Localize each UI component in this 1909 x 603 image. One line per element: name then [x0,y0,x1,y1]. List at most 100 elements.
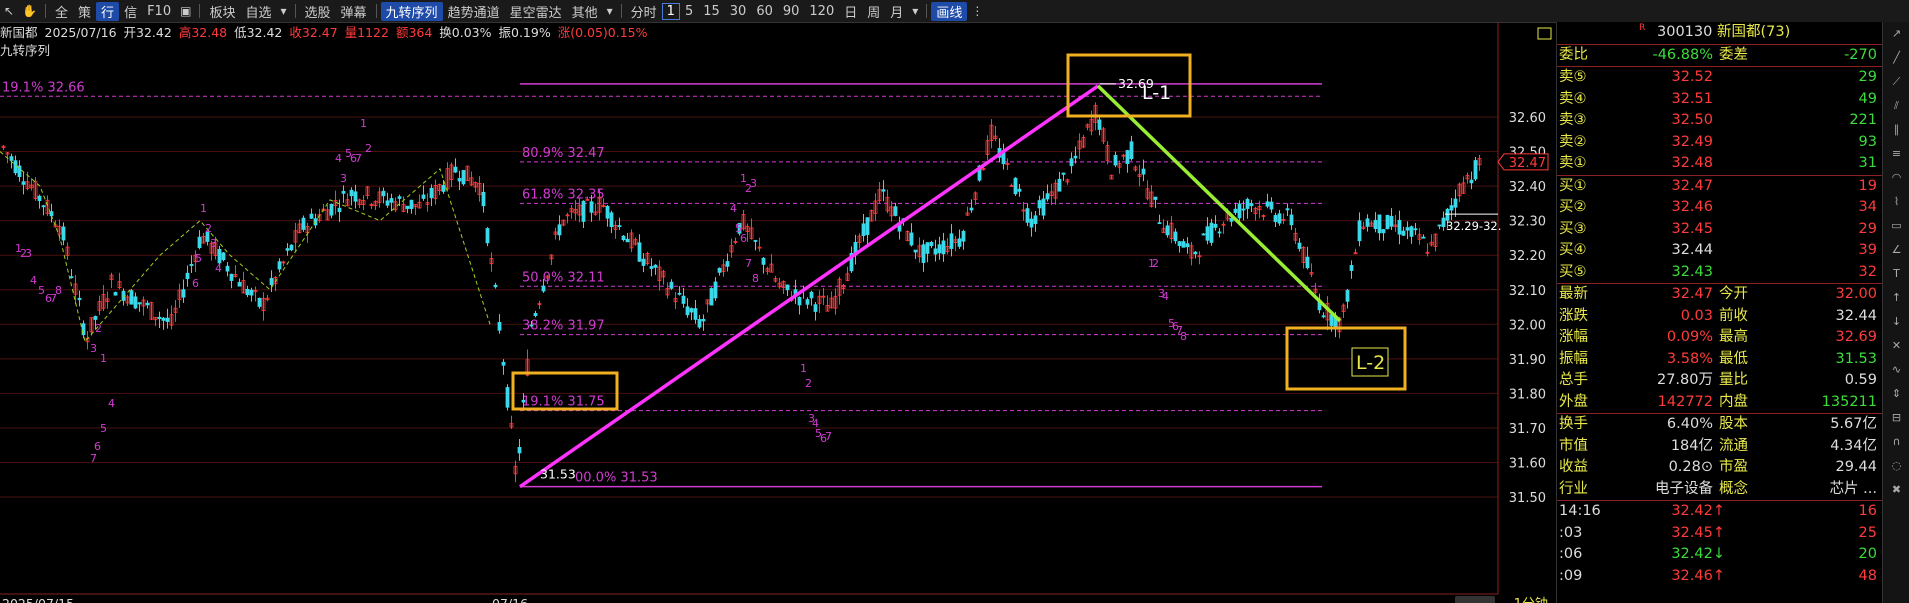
arc-icon[interactable]: ◠ [1883,166,1909,190]
fib-label: 19.1% 31.75 [522,395,605,410]
period-15min[interactable]: 15 [698,4,725,19]
chevron-down-icon[interactable]: ▾ [276,4,290,18]
ray-icon[interactable]: ⟋ [1883,70,1909,94]
sell-orders: 卖⑤ 32.52 29 卖④ 32.51 49 卖③ 32.50 221 卖② 32.49 93 卖① 3… [1557,66,1883,175]
candle-body [649,266,654,269]
period-90min[interactable]: 90 [778,4,805,19]
indicator-trend-channel[interactable]: 趋势通道 [443,2,505,21]
buy-row: 买① 32.47 19 [1557,176,1883,198]
candle-body [93,316,98,320]
candle-body [913,249,918,253]
sequence-number: 2 [205,222,212,235]
stat-label: 股本 [1719,416,1748,432]
candle-body [405,205,410,209]
arrow-down-icon[interactable]: ↓ [1883,310,1909,334]
period-day[interactable]: 日 [839,2,862,21]
cursor-icon[interactable]: ↗ [1883,22,1909,46]
annotations: 32.6931.53L-1L-232.4732.29-32. [511,53,1549,482]
period-5min[interactable]: 5 [680,4,698,19]
text-icon[interactable]: T [1883,262,1909,286]
line-icon[interactable]: ╱ [1883,46,1909,70]
period-120min[interactable]: 120 [804,4,839,19]
candle-body [1193,251,1198,255]
candle-body [1177,241,1182,247]
channel-icon[interactable]: ⫽ [1883,94,1909,118]
candle-body [1125,150,1130,165]
candle-body [621,235,626,241]
stat-label: 总手 [1559,372,1588,388]
candle-body [1061,172,1066,175]
lock-icon[interactable]: ⊟ [1883,406,1909,430]
sequence-number: 6 [192,277,199,290]
measure-icon[interactable]: ⇕ [1883,382,1909,406]
more-icon[interactable]: ⋮ [967,4,987,18]
chevron-down-icon[interactable]: ▾ [908,4,922,18]
magnet-icon[interactable]: ∩ [1883,430,1909,454]
candle-body [1289,214,1294,226]
menu-watchlist[interactable]: 自选 [240,2,276,21]
hand-icon[interactable]: ✋ [18,4,41,18]
tab-f10[interactable]: F10 [142,4,176,19]
fib-icon[interactable]: ≡ [1883,142,1909,166]
candle-body [725,261,730,267]
window-icon[interactable]: ▣ [176,4,195,18]
buy-label: 买④ [1559,242,1587,258]
period-week[interactable]: 周 [862,2,885,21]
sequence-number: 4 [1162,290,1169,303]
parallel-icon[interactable]: ∥ [1883,118,1909,142]
indicator-nine-turn[interactable]: 九转序列 [380,1,443,21]
sequence-number: 1 [200,202,207,215]
draw-line-button[interactable]: 画线 [931,1,968,21]
candle-body [957,238,962,247]
stat-value: 0.59 [1844,372,1877,388]
candle-body [269,278,274,286]
tab-info[interactable]: 信 [119,2,142,21]
indicator-star-radar[interactable]: 星空雷达 [505,2,567,21]
menu-other[interactable]: 其他 [567,2,603,21]
stat-value: 5.67亿 [1830,416,1877,432]
delete-icon[interactable]: ✖ [1883,478,1909,502]
wave-icon[interactable]: ∿ [1883,358,1909,382]
cycle-icon[interactable]: ⌇ [1883,190,1909,214]
stat-value: 6.40% [1666,416,1713,432]
angle-icon[interactable]: ∠ [1883,238,1909,262]
period-timeshare[interactable]: 分时 [626,2,662,21]
period-30min[interactable]: 30 [725,4,752,19]
menu-danmaku[interactable]: 弹幕 [336,2,372,21]
tab-quote[interactable]: 行 [96,1,120,21]
nine-turn-numbers: 123456781234 5671234561234567812345678123… [15,117,1187,465]
candle-body [329,203,334,216]
stat-value: 0.09% [1666,329,1713,345]
sell-price: 32.52 [1671,69,1713,85]
period-month[interactable]: 月 [885,2,908,21]
candle-body [309,213,314,219]
tick-row: :09 32.46↑ 48 [1557,566,1883,588]
menu-sector[interactable]: 板块 [204,2,240,21]
chevron-down-icon[interactable]: ▾ [603,4,617,18]
candle-body [1377,214,1382,234]
period-60min[interactable]: 60 [751,4,778,19]
menu-stock-picker[interactable]: 选股 [300,2,336,21]
quote-header: R 300130 新国都(73) [1557,22,1883,44]
candle-body [441,185,446,192]
stat-label: 量比 [1719,372,1748,388]
buy-price: 32.44 [1671,242,1713,258]
candle-body [353,191,358,202]
candle-body [1277,213,1282,224]
candle-body [501,361,506,366]
buy-row: 买② 32.46 34 [1557,197,1883,219]
price-chart[interactable]: 19.1% 32.66 80.9% 32.47 61.8% 32.35 50.0% 3… [0,22,1556,603]
buy-orders: 买① 32.47 19 买② 32.46 34 买③ 32.45 29 买④ 32.44 39 买⑤ 32… [1557,174,1883,284]
arrow-up-icon[interactable]: ↑ [1883,286,1909,310]
back-icon[interactable]: ↖ [0,4,18,18]
gann-icon[interactable]: ✕ [1883,334,1909,358]
tick-volume: 48 [1858,567,1877,584]
tab-strategy[interactable]: 策 [73,2,96,21]
box-icon[interactable]: ▭ [1883,214,1909,238]
period-1min[interactable]: 1 [661,2,680,20]
sequence-number: 2 [95,322,102,335]
tab-all[interactable]: 全 [50,2,73,21]
hide-icon[interactable]: ◌ [1883,454,1909,478]
candle-body [229,273,234,281]
tick-time: 14:16 [1559,503,1601,519]
